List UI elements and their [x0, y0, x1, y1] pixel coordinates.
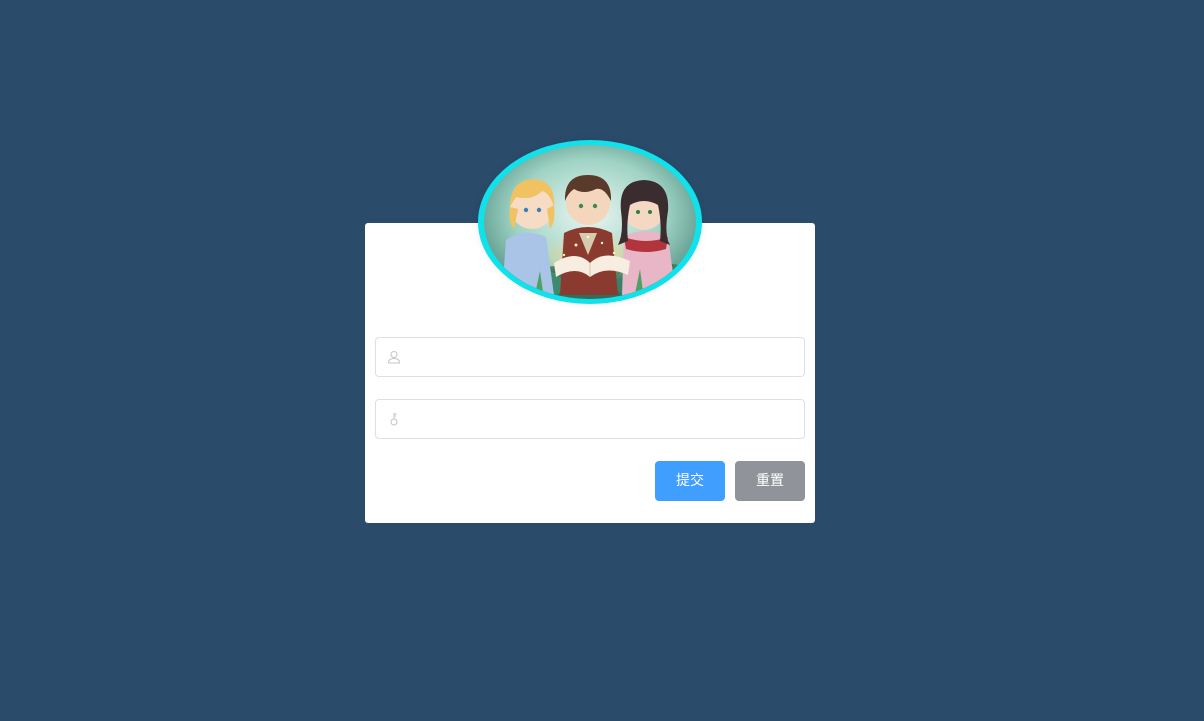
password-field[interactable] — [375, 399, 805, 439]
reset-button[interactable]: 重置 — [735, 461, 805, 501]
avatar-box — [478, 140, 702, 304]
user-icon — [387, 351, 401, 364]
avatar-image — [484, 145, 696, 299]
key-icon — [390, 413, 398, 426]
username-input[interactable] — [406, 338, 796, 376]
avatar — [484, 145, 696, 299]
password-input[interactable] — [406, 400, 796, 438]
username-field[interactable] — [375, 337, 805, 377]
submit-button[interactable]: 提交 — [655, 461, 725, 501]
